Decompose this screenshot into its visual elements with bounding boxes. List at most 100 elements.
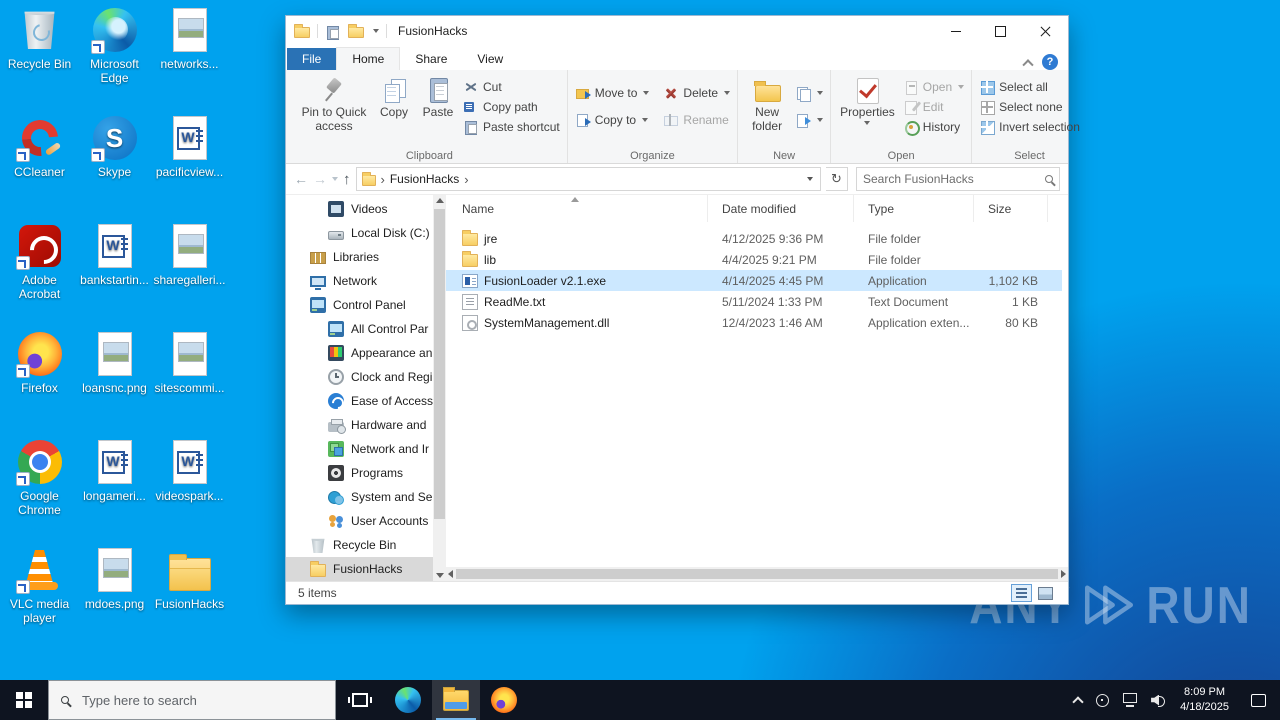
nav-item[interactable]: Appearance an — [286, 341, 433, 365]
desktop-icon[interactable]: Google Chrome — [3, 436, 77, 544]
network-tray-icon[interactable] — [1123, 693, 1138, 707]
breadcrumb[interactable]: › FusionHacks › — [355, 167, 821, 191]
nav-item[interactable]: All Control Par — [286, 317, 433, 341]
desktop-icon[interactable]: loansnc.png — [78, 328, 152, 436]
scroll-down-icon[interactable] — [436, 573, 444, 578]
qat-properties-icon[interactable] — [325, 24, 341, 40]
horizontal-scrollbar[interactable] — [446, 567, 1068, 581]
tab-file[interactable]: File — [287, 48, 337, 70]
address-dropdown-icon[interactable] — [802, 177, 818, 181]
file-row[interactable]: FusionLoader v2.1.exe 4/14/2025 4:45 PM … — [446, 270, 1062, 291]
maximize-button[interactable] — [978, 16, 1023, 46]
desktop-icon[interactable]: Adobe Acrobat — [3, 220, 77, 328]
nav-item[interactable]: Libraries — [286, 245, 433, 269]
explorer-search-box[interactable] — [856, 167, 1060, 191]
nav-item[interactable]: FusionHacks — [286, 557, 433, 581]
select-none-button[interactable]: Select none — [976, 98, 1083, 116]
nav-item[interactable]: Clock and Regi — [286, 365, 433, 389]
new-item-button[interactable] — [792, 84, 826, 102]
taskbar-app[interactable] — [480, 680, 528, 720]
nav-item[interactable]: Ease of Access — [286, 389, 433, 413]
clock[interactable]: 8:09 PM 4/18/2025 — [1180, 685, 1229, 715]
taskbar-app[interactable] — [432, 680, 480, 720]
taskbar-app[interactable] — [336, 680, 384, 720]
file-row[interactable]: ReadMe.txt 5/11/2024 1:33 PM Text Docume… — [446, 291, 1062, 312]
minimize-button[interactable] — [933, 16, 978, 46]
desktop-icon[interactable]: mdoes.png — [78, 544, 152, 652]
file-row[interactable]: lib 4/4/2025 9:21 PM File folder — [446, 249, 1062, 270]
details-view-toggle-icon[interactable] — [1011, 584, 1032, 602]
pin-to-quick-access-button[interactable]: Pin to Quick access — [296, 72, 372, 137]
column-header-size[interactable]: Size — [974, 195, 1048, 222]
nav-item[interactable]: Local Disk (C:) — [286, 221, 433, 245]
nav-item[interactable]: Videos — [286, 197, 433, 221]
desktop-icon[interactable]: VLC media player — [3, 544, 77, 652]
taskbar-search-input[interactable] — [82, 692, 323, 708]
nav-item[interactable]: User Accounts — [286, 509, 433, 533]
up-icon[interactable]: ↑ — [343, 172, 351, 187]
qat-new-folder-icon[interactable] — [348, 23, 364, 38]
start-button[interactable] — [0, 680, 48, 720]
properties-button[interactable]: Properties — [835, 72, 900, 128]
file-row[interactable]: SystemManagement.dll 12/4/2023 1:46 AM A… — [446, 312, 1062, 333]
safety-scan-tray-icon[interactable] — [1096, 693, 1110, 707]
column-header-date-modified[interactable]: Date modified — [708, 195, 854, 222]
close-button[interactable] — [1023, 16, 1068, 46]
desktop-icon[interactable]: Microsoft Edge — [78, 4, 152, 112]
open-button[interactable]: Open — [900, 78, 967, 96]
file-row[interactable]: jre 4/12/2025 9:36 PM File folder — [446, 228, 1062, 249]
cut-button[interactable]: Cut — [460, 78, 563, 96]
desktop-icon[interactable]: longameri... — [78, 436, 152, 544]
nav-item[interactable]: Control Panel — [286, 293, 433, 317]
move-to-button[interactable]: Move to — [572, 84, 653, 102]
action-center-icon[interactable] — [1251, 693, 1266, 707]
nav-item[interactable]: Recycle Bin — [286, 533, 433, 557]
nav-scrollbar-thumb[interactable] — [434, 209, 445, 519]
paste-button[interactable]: Paste — [416, 72, 460, 123]
new-folder-button[interactable]: New folder — [742, 72, 792, 137]
volume-tray-icon[interactable] — [1151, 694, 1166, 707]
recent-locations-caret-icon[interactable] — [332, 177, 338, 181]
desktop-icon[interactable]: Skype — [78, 112, 152, 220]
column-header-name[interactable]: Name — [446, 195, 708, 222]
tab-home[interactable]: Home — [336, 47, 401, 70]
tab-share[interactable]: Share — [400, 48, 462, 70]
nav-item[interactable]: Hardware and — [286, 413, 433, 437]
nav-item[interactable]: Programs — [286, 461, 433, 485]
desktop-icon[interactable]: bankstartin... — [78, 220, 152, 328]
paste-shortcut-button[interactable]: Paste shortcut — [460, 118, 563, 136]
refresh-icon[interactable] — [826, 167, 848, 191]
scroll-up-icon[interactable] — [436, 198, 444, 203]
taskbar-app[interactable] — [384, 680, 432, 720]
desktop-icon[interactable]: sharegalleri... — [153, 220, 227, 328]
delete-button[interactable]: Delete — [660, 84, 733, 102]
desktop-icon[interactable]: networks... — [153, 4, 227, 112]
hidden-icons-chevron-icon[interactable] — [1072, 695, 1084, 708]
desktop-icon[interactable]: Firefox — [3, 328, 77, 436]
breadcrumb-location[interactable]: FusionHacks — [390, 172, 459, 186]
easy-access-button[interactable] — [792, 111, 826, 129]
nav-item[interactable]: System and Se — [286, 485, 433, 509]
desktop-icon[interactable]: FusionHacks — [153, 544, 227, 652]
desktop-icon[interactable]: sitescommi... — [153, 328, 227, 436]
nav-item[interactable]: Network — [286, 269, 433, 293]
desktop-icon[interactable]: CCleaner — [3, 112, 77, 220]
help-icon[interactable]: ? — [1042, 54, 1058, 70]
explorer-search-input[interactable] — [863, 172, 1045, 186]
horizontal-scrollbar-thumb[interactable] — [456, 569, 1058, 579]
scroll-left-icon[interactable] — [448, 570, 453, 578]
desktop-icon[interactable]: pacificview... — [153, 112, 227, 220]
nav-item[interactable]: Network and Ir — [286, 437, 433, 461]
qat-customize-caret-icon[interactable] — [373, 29, 379, 33]
copy-button[interactable]: Copy — [372, 72, 416, 123]
desktop-icon[interactable]: videospark... — [153, 436, 227, 544]
rename-button[interactable]: Rename — [660, 111, 733, 129]
back-icon[interactable]: ← — [294, 172, 308, 186]
history-button[interactable]: History — [900, 118, 967, 136]
forward-icon[interactable]: → — [313, 172, 327, 186]
copy-to-button[interactable]: Copy to — [572, 111, 653, 129]
invert-selection-button[interactable]: Invert selection — [976, 118, 1083, 136]
collapse-ribbon-icon[interactable] — [1022, 59, 1034, 71]
column-header-type[interactable]: Type — [854, 195, 974, 222]
copy-path-button[interactable]: Copy path — [460, 98, 563, 116]
